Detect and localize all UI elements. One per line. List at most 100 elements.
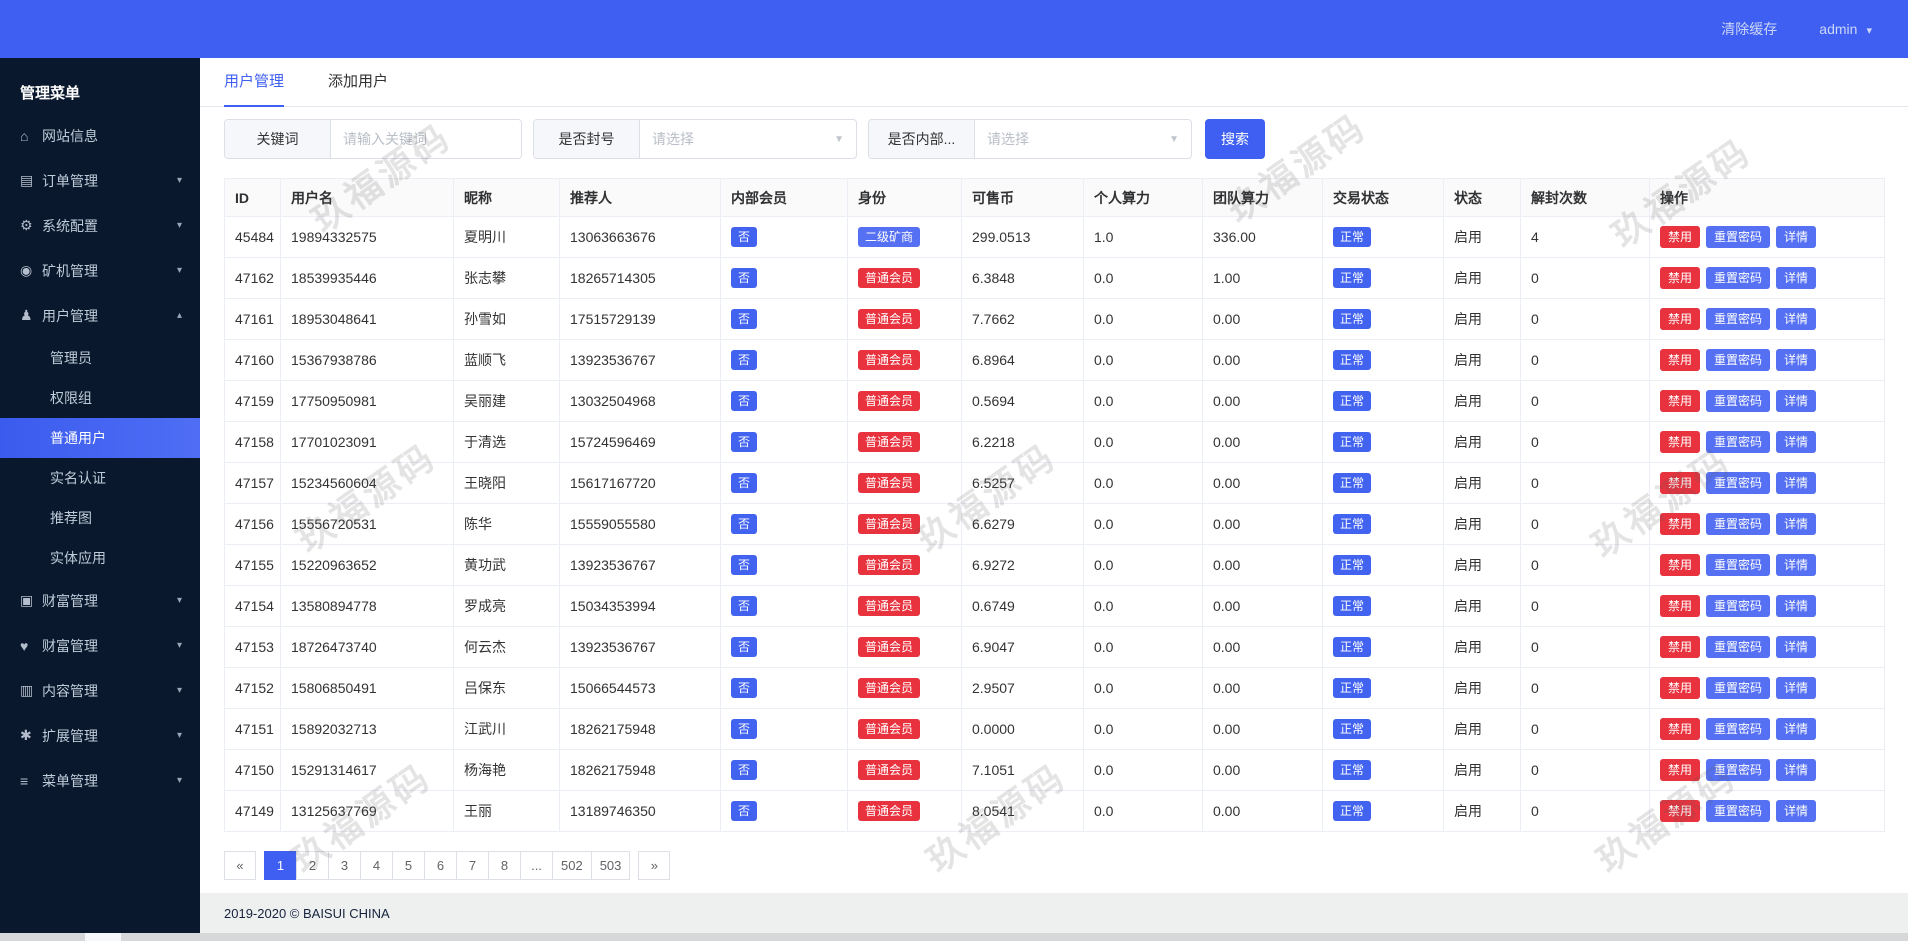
disable-button[interactable]: 禁用 [1660, 390, 1701, 412]
chevron-down-icon: ▼ [834, 133, 844, 145]
cell-personal-power: 0.0 [1083, 462, 1203, 504]
reset-password-button[interactable]: 重置密码 [1706, 800, 1771, 822]
reset-password-button[interactable]: 重置密码 [1706, 349, 1771, 371]
detail-button[interactable]: 详情 [1776, 349, 1817, 371]
disable-button[interactable]: 禁用 [1660, 759, 1701, 781]
clear-cache-button[interactable]: 清除缓存 [1721, 19, 1777, 39]
disable-button[interactable]: 禁用 [1660, 513, 1701, 535]
tab-user-management[interactable]: 用户管理 [224, 58, 285, 107]
detail-button[interactable]: 详情 [1776, 554, 1817, 576]
sidebar-item-系统配置[interactable]: ⚙ 系统配置 ▾ [0, 203, 200, 248]
reset-password-button[interactable]: 重置密码 [1706, 595, 1771, 617]
sidebar-item-财富管理[interactable]: ▣ 财富管理 ▾ [0, 578, 200, 623]
page-button-8[interactable]: 8 [488, 851, 520, 880]
sidebar-item-订单管理[interactable]: ▤ 订单管理 ▾ [0, 158, 200, 203]
tab-add-user[interactable]: 添加用户 [328, 58, 388, 107]
sidebar-item-label: 菜单管理 [42, 772, 98, 789]
sidebar-subitem-权限组[interactable]: 权限组 [0, 378, 200, 418]
internal-badge: 否 [731, 596, 758, 616]
reset-password-button[interactable]: 重置密码 [1706, 308, 1771, 330]
horizontal-scrollbar[interactable] [0, 933, 1908, 941]
sidebar-item-内容管理[interactable]: ▥ 内容管理 ▾ [0, 668, 200, 713]
reset-password-button[interactable]: 重置密码 [1706, 390, 1771, 412]
disable-button[interactable]: 禁用 [1660, 308, 1701, 330]
search-button[interactable]: 搜索 [1205, 119, 1265, 159]
detail-button[interactable]: 详情 [1776, 595, 1817, 617]
page-button-6[interactable]: 6 [424, 851, 456, 880]
detail-button[interactable]: 详情 [1776, 390, 1817, 412]
detail-button[interactable]: 详情 [1776, 759, 1817, 781]
disable-button[interactable]: 禁用 [1660, 595, 1701, 617]
cell-actions: 禁用 重置密码 详情 [1649, 667, 1885, 709]
disable-button[interactable]: 禁用 [1660, 800, 1701, 822]
reset-password-button[interactable]: 重置密码 [1706, 226, 1771, 248]
cell-status: 启用 [1443, 216, 1521, 258]
disable-button[interactable]: 禁用 [1660, 472, 1701, 494]
sidebar-item-用户管理[interactable]: ♟ 用户管理 ▴ [0, 293, 200, 338]
ban-select[interactable]: 请选择 ▼ [640, 120, 856, 158]
sidebar-subitem-实名认证[interactable]: 实名认证 [0, 458, 200, 498]
detail-button[interactable]: 详情 [1776, 677, 1817, 699]
sidebar-subitem-普通用户[interactable]: 普通用户 [0, 418, 200, 458]
disable-button[interactable]: 禁用 [1660, 636, 1701, 658]
page-button-3[interactable]: 3 [328, 851, 360, 880]
sidebar-subitem-实体应用[interactable]: 实体应用 [0, 538, 200, 578]
reset-password-button[interactable]: 重置密码 [1706, 718, 1771, 740]
page-button-502[interactable]: 502 [552, 851, 591, 880]
detail-button[interactable]: 详情 [1776, 513, 1817, 535]
sidebar-item-财富管理[interactable]: ♥ 财富管理 ▾ [0, 623, 200, 668]
detail-button[interactable]: 详情 [1776, 308, 1817, 330]
detail-button[interactable]: 详情 [1776, 267, 1817, 289]
cell-internal: 否 [720, 708, 848, 750]
detail-button[interactable]: 详情 [1776, 800, 1817, 822]
sidebar-subitem-推荐图[interactable]: 推荐图 [0, 498, 200, 538]
reset-password-button[interactable]: 重置密码 [1706, 677, 1771, 699]
disable-button[interactable]: 禁用 [1660, 431, 1701, 453]
chevron-down-icon: ▾ [176, 685, 182, 696]
scrollbar-thumb[interactable] [85, 933, 121, 941]
disable-button[interactable]: 禁用 [1660, 677, 1701, 699]
detail-button[interactable]: 详情 [1776, 636, 1817, 658]
detail-button[interactable]: 详情 [1776, 472, 1817, 494]
cell-actions: 禁用 重置密码 详情 [1649, 790, 1885, 832]
page-button-503[interactable]: 503 [590, 851, 631, 880]
disable-button[interactable]: 禁用 [1660, 226, 1701, 248]
sidebar-subitem-管理员[interactable]: 管理员 [0, 338, 200, 378]
page-button-4[interactable]: 4 [360, 851, 392, 880]
reset-password-button[interactable]: 重置密码 [1706, 513, 1771, 535]
detail-button[interactable]: 详情 [1776, 431, 1817, 453]
detail-button[interactable]: 详情 [1776, 226, 1817, 248]
sidebar-item-扩展管理[interactable]: ✱ 扩展管理 ▾ [0, 713, 200, 758]
user-menu[interactable]: admin ▾ [1819, 21, 1872, 37]
page-prev-button[interactable]: « [224, 851, 256, 880]
reset-password-button[interactable]: 重置密码 [1706, 267, 1771, 289]
disable-button[interactable]: 禁用 [1660, 349, 1701, 371]
sidebar-item-矿机管理[interactable]: ◉ 矿机管理 ▾ [0, 248, 200, 293]
disable-button[interactable]: 禁用 [1660, 554, 1701, 576]
reset-password-button[interactable]: 重置密码 [1706, 636, 1771, 658]
disable-button[interactable]: 禁用 [1660, 267, 1701, 289]
cell-status: 启用 [1443, 380, 1521, 422]
cell-username: 15367938786 [280, 339, 454, 381]
keyword-input[interactable] [331, 120, 521, 158]
internal-select[interactable]: 请选择 ▼ [975, 120, 1191, 158]
page-button-2[interactable]: 2 [296, 851, 328, 880]
trade-status-badge: 正常 [1333, 678, 1372, 698]
disable-button[interactable]: 禁用 [1660, 718, 1701, 740]
reset-password-button[interactable]: 重置密码 [1706, 472, 1771, 494]
page-button-7[interactable]: 7 [456, 851, 488, 880]
reset-password-button[interactable]: 重置密码 [1706, 554, 1771, 576]
reset-password-button[interactable]: 重置密码 [1706, 759, 1771, 781]
cell-id: 47161 [224, 298, 281, 340]
page-button-1[interactable]: 1 [264, 851, 296, 880]
cell-internal: 否 [720, 380, 848, 422]
sidebar-item-菜单管理[interactable]: ≡ 菜单管理 ▾ [0, 758, 200, 803]
page-button-5[interactable]: 5 [392, 851, 424, 880]
sidebar-item-网站信息[interactable]: ⌂ 网站信息 [0, 113, 200, 158]
cell-unban-count: 0 [1520, 503, 1650, 545]
detail-button[interactable]: 详情 [1776, 718, 1817, 740]
page-next-button[interactable]: » [638, 851, 671, 880]
reset-password-button[interactable]: 重置密码 [1706, 431, 1771, 453]
cell-referrer: 15066544573 [559, 667, 721, 709]
cell-unban-count: 0 [1520, 544, 1650, 586]
